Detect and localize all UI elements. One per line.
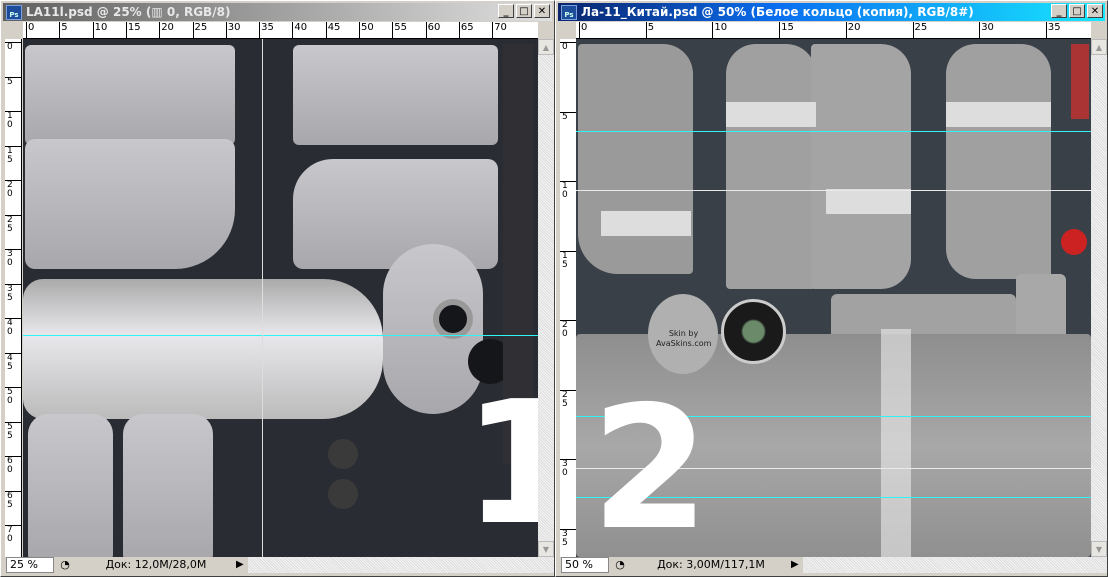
overlay-number: 1 bbox=[463, 365, 538, 557]
ruler-tick-label: 55 bbox=[392, 22, 407, 38]
ruler-tick-label: 45 bbox=[325, 22, 340, 38]
ruler-tick-label: 1 0 bbox=[5, 111, 21, 130]
ruler-tick-label: 0 bbox=[579, 22, 587, 38]
ruler-tick-label: 2 0 bbox=[5, 180, 21, 199]
doc-size: Док: 12,0M/28,0M bbox=[105, 558, 207, 571]
ruler-tick-label: 0 bbox=[26, 22, 34, 38]
zoom-field[interactable]: 25 % bbox=[6, 556, 54, 573]
document-window-2[interactable]: Ps Ла-11_Китай.psd @ 50% (Белое кольцо (… bbox=[555, 0, 1108, 577]
ruler-tick-label: 2 0 bbox=[560, 320, 576, 339]
minimize-button[interactable]: _ bbox=[498, 4, 514, 18]
window-title: LA11l.psd @ 25% (▥ 0, RGB/8) bbox=[26, 5, 231, 19]
ruler-tick-label: 35 bbox=[1045, 22, 1061, 38]
window-title: Ла-11_Китай.psd @ 50% (Белое кольцо (коп… bbox=[581, 5, 974, 19]
ruler-tick-label: 7 0 bbox=[5, 525, 21, 544]
horizontal-scrollbar[interactable] bbox=[803, 556, 1107, 573]
maximize-button[interactable]: □ bbox=[1069, 4, 1085, 18]
ruler-tick-label: 5 5 bbox=[5, 421, 21, 441]
status-bar: 50 % ◔ Док: 3,00M/117,1M ▶ bbox=[561, 556, 1107, 573]
scroll-up-button[interactable]: ▲ bbox=[538, 39, 554, 55]
ruler-tick-label: 0 bbox=[5, 42, 21, 52]
image-canvas[interactable]: Skin by AvaSkins.com 2 bbox=[576, 39, 1091, 557]
ruler-tick-label: 6 5 bbox=[5, 490, 21, 510]
horizontal-scrollbar[interactable] bbox=[248, 556, 554, 573]
ruler-tick-label: 2 5 bbox=[5, 214, 21, 234]
ruler-tick-label: 2 5 bbox=[560, 389, 576, 409]
horizontal-ruler[interactable]: 0 5 10 15 20 25 30 35 bbox=[576, 22, 1091, 39]
image-canvas[interactable]: 1 bbox=[23, 39, 538, 557]
ruler-tick-label: 10 bbox=[712, 22, 727, 38]
status-menu-arrow[interactable]: ▶ bbox=[236, 559, 248, 570]
ruler-tick-label: 3 0 bbox=[560, 459, 576, 478]
guide-horizontal[interactable] bbox=[576, 190, 1091, 191]
ruler-tick-label: 65 bbox=[458, 22, 474, 38]
ruler-tick-label: 1 5 bbox=[560, 250, 576, 270]
close-button[interactable]: ✕ bbox=[534, 4, 550, 18]
ruler-tick-label: 6 0 bbox=[5, 456, 21, 475]
ruler-tick-label: 5 bbox=[59, 22, 68, 38]
ruler-tick-label: 5 bbox=[645, 22, 654, 38]
ruler-tick-label: 3 5 bbox=[5, 283, 21, 303]
ruler-tick-label: 4 5 bbox=[5, 352, 21, 372]
close-button[interactable]: ✕ bbox=[1087, 4, 1103, 18]
overlay-number: 2 bbox=[591, 370, 710, 557]
scroll-up-button[interactable]: ▲ bbox=[1091, 39, 1107, 55]
scroll-down-button[interactable]: ▼ bbox=[1091, 541, 1107, 557]
title-bar[interactable]: Ps Ла-11_Китай.psd @ 50% (Белое кольцо (… bbox=[558, 3, 1105, 21]
minimize-button[interactable]: _ bbox=[1051, 4, 1067, 18]
ruler-tick-label: 35 bbox=[259, 22, 274, 38]
ruler-tick-label: 40 bbox=[292, 22, 307, 38]
navigator-icon[interactable]: ◔ bbox=[54, 557, 76, 573]
guide-horizontal[interactable] bbox=[23, 335, 538, 336]
ruler-tick-label: 20 bbox=[159, 22, 174, 38]
vertical-ruler[interactable]: 0 5 1 0 1 5 2 0 2 5 3 0 3 5 4 0 4 5 5 0 5 5 6 0 6 5 7 … bbox=[5, 39, 22, 557]
zoom-field[interactable]: 50 % bbox=[561, 556, 609, 573]
ruler-tick-label: 25 bbox=[192, 22, 207, 38]
ruler-tick-label: 1 5 bbox=[5, 145, 21, 165]
ruler-tick-label: 50 bbox=[359, 22, 374, 38]
maximize-button[interactable]: □ bbox=[516, 4, 532, 18]
title-bar[interactable]: Ps LA11l.psd @ 25% (▥ 0, RGB/8) _ □ ✕ bbox=[3, 3, 552, 21]
ruler-tick-label: 20 bbox=[845, 22, 861, 38]
ruler-tick-label: 25 bbox=[912, 22, 927, 38]
guide-horizontal[interactable] bbox=[576, 131, 1091, 132]
guide-vertical[interactable] bbox=[262, 39, 263, 557]
ruler-tick-label: 5 bbox=[560, 111, 576, 122]
ruler-tick-label: 5 0 bbox=[5, 387, 21, 406]
vertical-ruler[interactable]: 0 5 1 0 1 5 2 0 2 5 3 0 3 5 bbox=[560, 39, 577, 557]
ruler-tick-label: 1 0 bbox=[560, 181, 576, 200]
ruler-tick-label: 3 0 bbox=[5, 249, 21, 268]
scroll-down-button[interactable]: ▼ bbox=[538, 541, 554, 557]
ruler-tick-label: 30 bbox=[225, 22, 241, 38]
doc-size: Док: 3,00M/117,1M bbox=[657, 558, 765, 571]
ruler-tick-label: 15 bbox=[779, 22, 794, 38]
photoshop-icon: Ps bbox=[561, 4, 577, 20]
skin-credit-text: Skin by AvaSkins.com bbox=[656, 329, 712, 348]
photoshop-icon: Ps bbox=[6, 4, 22, 20]
status-bar: 25 % ◔ Док: 12,0M/28,0M ▶ bbox=[6, 556, 554, 573]
ruler-tick-label: 60 bbox=[425, 22, 440, 38]
ruler-tick-label: 3 5 bbox=[560, 528, 576, 548]
navigator-icon[interactable]: ◔ bbox=[609, 557, 631, 573]
status-menu-arrow[interactable]: ▶ bbox=[791, 559, 803, 570]
vertical-scrollbar[interactable]: ▲ ▼ bbox=[538, 39, 554, 557]
ruler-tick-label: 0 bbox=[560, 42, 576, 52]
horizontal-ruler[interactable]: 0 5 10 15 20 25 30 35 40 45 50 55 60 65 70 bbox=[23, 22, 538, 39]
ruler-tick-label: 15 bbox=[125, 22, 141, 38]
vertical-scrollbar[interactable]: ▲ ▼ bbox=[1091, 39, 1107, 557]
ruler-tick-label: 70 bbox=[492, 22, 507, 38]
ruler-tick-label: 10 bbox=[92, 22, 107, 38]
ruler-tick-label: 5 bbox=[5, 76, 21, 87]
document-window-1[interactable]: Ps LA11l.psd @ 25% (▥ 0, RGB/8) _ □ ✕ 0 5… bbox=[0, 0, 555, 577]
ruler-tick-label: 4 0 bbox=[5, 318, 21, 337]
ruler-tick-label: 30 bbox=[979, 22, 994, 38]
